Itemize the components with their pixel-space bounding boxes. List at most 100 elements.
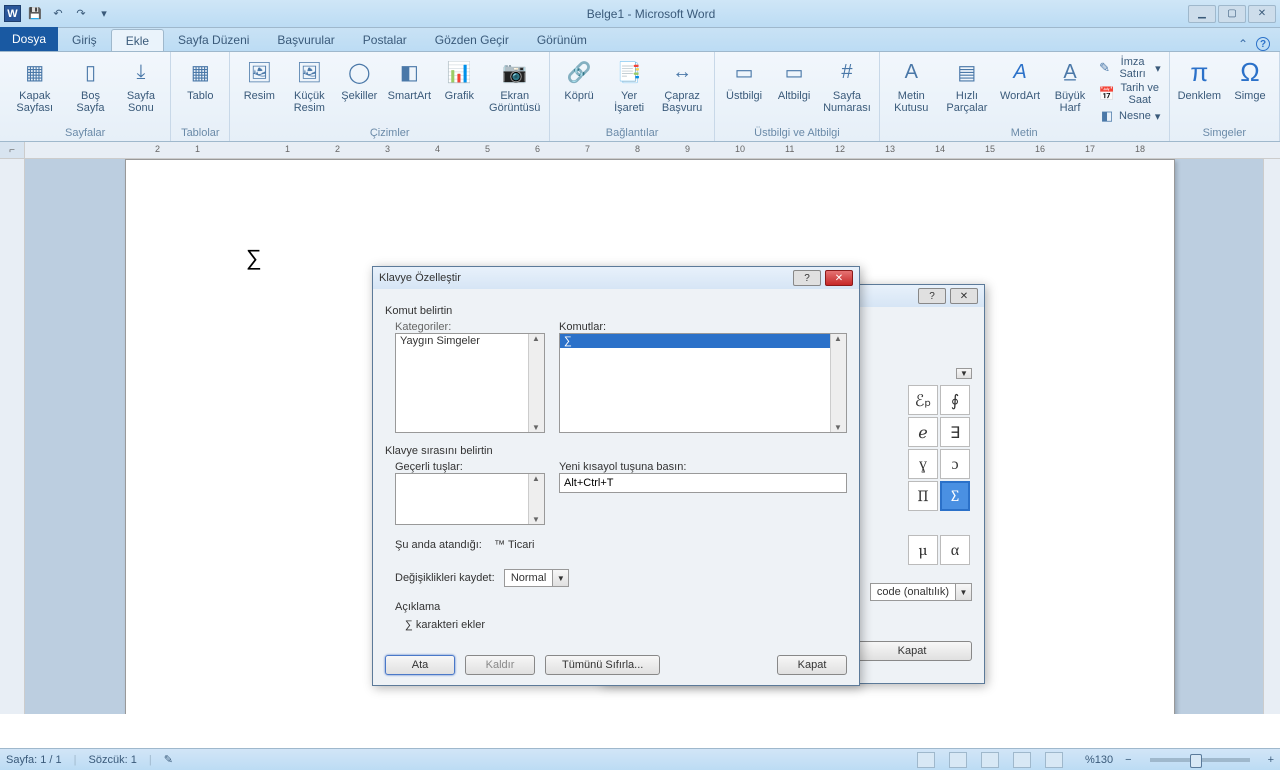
hizli-parcalar-button[interactable]: ▤Hızlı Parçalar bbox=[943, 56, 991, 114]
symbol-grid[interactable]: ℰₚ∮ ℯ∃ ɣɔ ∏∑ bbox=[906, 383, 972, 513]
minimize-ribbon-icon[interactable]: ⌃ bbox=[1238, 37, 1248, 51]
language-icon[interactable]: ✎ bbox=[164, 753, 173, 766]
kategori-item[interactable]: Yaygın Simgeler bbox=[396, 334, 544, 348]
view-fullscreen-icon[interactable] bbox=[949, 752, 967, 768]
smartart-button[interactable]: ◧SmartArt bbox=[388, 56, 430, 102]
tumunu-sifirla-button[interactable]: Tümünü Sıfırla... bbox=[545, 655, 660, 675]
kategoriler-label: Kategoriler: bbox=[395, 321, 545, 333]
kaydet-combo[interactable]: Normal bbox=[504, 569, 553, 587]
kategoriler-listbox[interactable]: Yaygın Simgeler bbox=[395, 333, 545, 433]
aciklama-label: Açıklama bbox=[395, 601, 847, 613]
dialog-close-x-button[interactable]: ✕ bbox=[825, 270, 853, 286]
qat-dropdown-icon[interactable]: ▾ bbox=[94, 4, 114, 24]
resim-button[interactable]: 🖼Resim bbox=[238, 56, 280, 102]
status-words[interactable]: Sözcük: 1 bbox=[89, 754, 137, 766]
help-icon[interactable]: ? bbox=[1256, 37, 1270, 51]
tab-giris[interactable]: Giriş bbox=[58, 29, 111, 51]
nesne-button[interactable]: ◧Nesne ▾ bbox=[1099, 108, 1160, 124]
group-ustalt: Üstbilgi ve Altbilgi bbox=[754, 125, 840, 139]
bos-sayfa-button[interactable]: ▯Boş Sayfa bbox=[69, 56, 111, 114]
simge-button[interactable]: ΩSimge bbox=[1229, 56, 1271, 102]
yeni-kisayol-input[interactable] bbox=[559, 473, 847, 493]
tablo-button[interactable]: ▦Tablo bbox=[179, 56, 221, 102]
kucuk-resim-button[interactable]: 🖼Küçük Resim bbox=[288, 56, 330, 114]
zoom-level[interactable]: %130 bbox=[1085, 754, 1113, 766]
sayfa-numarasi-button[interactable]: #Sayfa Numarası bbox=[823, 56, 871, 114]
zoom-out-button[interactable]: − bbox=[1125, 754, 1131, 766]
kapat-button[interactable]: Kapat bbox=[777, 655, 847, 675]
tab-gorunum[interactable]: Görünüm bbox=[523, 29, 601, 51]
from-combo[interactable]: code (onaltılık) bbox=[870, 583, 956, 601]
tarih-saat-button[interactable]: 📅Tarih ve Saat bbox=[1099, 82, 1161, 106]
kategoriler-scrollbar[interactable] bbox=[528, 334, 544, 432]
komut-item[interactable]: ∑ bbox=[560, 334, 846, 348]
yer-isareti-button[interactable]: 📑Yer İşareti bbox=[608, 56, 650, 114]
gecerli-tuslar-label: Geçerli tuşlar: bbox=[395, 461, 545, 473]
group-sayfalar: Sayfalar bbox=[65, 125, 105, 139]
view-outline-icon[interactable] bbox=[1013, 752, 1031, 768]
imza-satiri-button[interactable]: ✎İmza Satırı ▾ bbox=[1099, 56, 1161, 80]
font-combo-arrow[interactable]: ▼ bbox=[956, 368, 972, 379]
file-tab[interactable]: Dosya bbox=[0, 27, 58, 51]
suanda-value: ™ Ticari bbox=[494, 539, 534, 551]
buyuk-harf-button[interactable]: A̲Büyük Harf bbox=[1049, 56, 1091, 114]
gecerli-tuslar-listbox[interactable] bbox=[395, 473, 545, 525]
ekran-goruntusu-button[interactable]: 📷Ekran Görüntüsü bbox=[488, 56, 541, 114]
vertical-scrollbar[interactable] bbox=[1263, 159, 1280, 714]
group-baglantilar: Bağlantılar bbox=[606, 125, 659, 139]
klavye-sirasi-label: Klavye sırasını belirtin bbox=[385, 445, 847, 457]
kapak-sayfasi-button[interactable]: ▦Kapak Sayfası bbox=[8, 56, 61, 114]
capraz-basvuru-button[interactable]: ↔Çapraz Başvuru bbox=[658, 56, 706, 114]
save-icon[interactable]: 💾 bbox=[25, 4, 45, 24]
dialog-title: Klavye Özelleştir bbox=[379, 272, 461, 284]
yeni-kisayol-label: Yeni kısayol tuşuna basın: bbox=[559, 461, 847, 473]
sekiller-button[interactable]: ◯Şekiller bbox=[338, 56, 380, 102]
app-icon: W bbox=[4, 5, 21, 22]
symbol-help-button[interactable]: ? bbox=[918, 288, 946, 304]
grafik-button[interactable]: 📊Grafik bbox=[438, 56, 480, 102]
status-page[interactable]: Sayfa: 1 / 1 bbox=[6, 754, 62, 766]
tab-postalar[interactable]: Postalar bbox=[349, 29, 421, 51]
tab-ekle[interactable]: Ekle bbox=[111, 29, 164, 51]
tab-sayfa-duzeni[interactable]: Sayfa Düzeni bbox=[164, 29, 263, 51]
komutlar-scrollbar[interactable] bbox=[830, 334, 846, 432]
ata-button[interactable]: Ata bbox=[385, 655, 455, 675]
document-text: ∑ bbox=[246, 245, 262, 270]
maximize-button[interactable]: ▢ bbox=[1218, 5, 1246, 23]
sayfa-sonu-button[interactable]: ⤓Sayfa Sonu bbox=[119, 56, 162, 114]
gecerli-scrollbar[interactable] bbox=[528, 474, 544, 524]
group-tablolar: Tablolar bbox=[181, 125, 220, 139]
zoom-slider[interactable] bbox=[1150, 758, 1250, 762]
symbol-close-button[interactable]: Kapat bbox=[852, 641, 972, 661]
komutlar-listbox[interactable]: ∑ bbox=[559, 333, 847, 433]
view-draft-icon[interactable] bbox=[1045, 752, 1063, 768]
view-print-layout-icon[interactable] bbox=[917, 752, 935, 768]
vertical-ruler bbox=[0, 159, 25, 714]
from-combo-arrow[interactable]: ▼ bbox=[956, 583, 972, 601]
close-window-button[interactable]: ✕ bbox=[1248, 5, 1276, 23]
kopru-button[interactable]: 🔗Köprü bbox=[558, 56, 600, 102]
denklem-button[interactable]: πDenklem bbox=[1178, 56, 1221, 102]
minimize-button[interactable]: ▁ bbox=[1188, 5, 1216, 23]
dialog-help-button[interactable]: ? bbox=[793, 270, 821, 286]
komut-belirtin-label: Komut belirtin bbox=[385, 305, 847, 317]
ustbilgi-button[interactable]: ▭Üstbilgi bbox=[723, 56, 765, 102]
undo-icon[interactable]: ↶ bbox=[48, 4, 68, 24]
tab-gozden-gecir[interactable]: Gözden Geçir bbox=[421, 29, 523, 51]
wordart-button[interactable]: AWordArt bbox=[999, 56, 1041, 102]
suanda-label: Şu anda atandığı: bbox=[395, 539, 482, 551]
view-web-icon[interactable] bbox=[981, 752, 999, 768]
group-simgeler: Simgeler bbox=[1203, 125, 1246, 139]
metin-kutusu-button[interactable]: AMetin Kutusu bbox=[888, 56, 935, 114]
group-cizimler: Çizimler bbox=[370, 125, 410, 139]
altbilgi-button[interactable]: ▭Altbilgi bbox=[773, 56, 815, 102]
symbol-close-x-button[interactable]: ✕ bbox=[950, 288, 978, 304]
tab-basvurular[interactable]: Başvurular bbox=[263, 29, 348, 51]
kaydet-label: Değişiklikleri kaydet: bbox=[395, 572, 495, 584]
keyboard-customize-dialog[interactable]: Klavye Özelleştir ? ✕ Komut belirtin Kat… bbox=[372, 266, 860, 686]
horizontal-ruler: ⌐ 21 12 34 56 78 910 1112 1314 1516 1718 bbox=[0, 142, 1280, 159]
redo-icon[interactable]: ↷ bbox=[71, 4, 91, 24]
komutlar-label: Komutlar: bbox=[559, 321, 847, 333]
zoom-in-button[interactable]: + bbox=[1268, 754, 1274, 766]
kaydet-combo-arrow[interactable]: ▼ bbox=[553, 569, 569, 587]
